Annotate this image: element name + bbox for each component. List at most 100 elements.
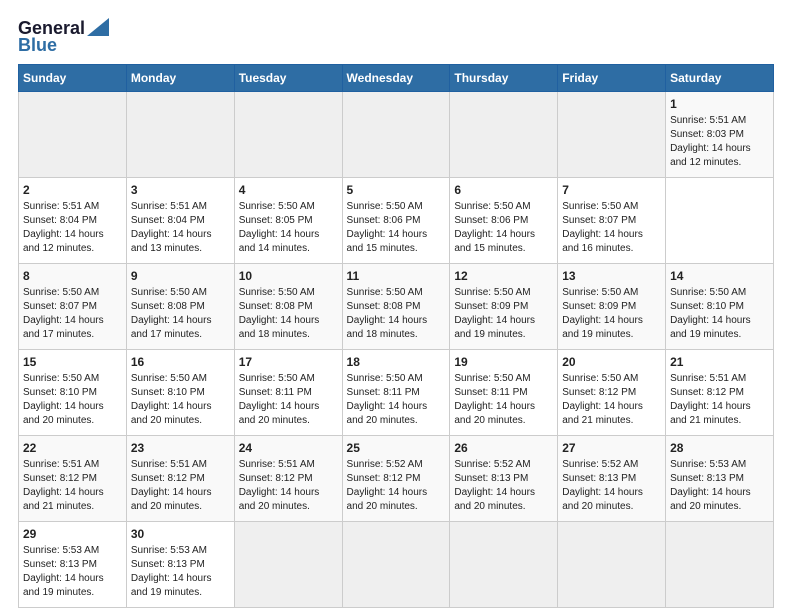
calendar-week-row: 29 Sunrise: 5:53 AM Sunset: 8:13 PM Dayl… <box>19 522 774 608</box>
sunset-text: Sunset: 8:10 PM <box>23 387 97 398</box>
calendar-day-cell: 28 Sunrise: 5:53 AM Sunset: 8:13 PM Dayl… <box>666 436 774 522</box>
calendar-day-cell <box>342 522 450 608</box>
daylight-label: Daylight: 14 hours and 20 minutes. <box>239 401 320 426</box>
sunset-text: Sunset: 8:12 PM <box>562 387 636 398</box>
calendar-week-row: 2 Sunrise: 5:51 AM Sunset: 8:04 PM Dayli… <box>19 178 774 264</box>
page: General Blue SundayMondayTuesdayWednesda… <box>0 0 792 612</box>
sunrise-text: Sunrise: 5:50 AM <box>562 373 638 384</box>
calendar-day-cell: 8 Sunrise: 5:50 AM Sunset: 8:07 PM Dayli… <box>19 264 127 350</box>
logo: General Blue <box>18 18 109 54</box>
sunrise-text: Sunrise: 5:50 AM <box>347 287 423 298</box>
daylight-label: Daylight: 14 hours and 19 minutes. <box>23 573 104 598</box>
header: General Blue <box>18 18 774 54</box>
sunset-text: Sunset: 8:12 PM <box>670 387 744 398</box>
sunrise-text: Sunrise: 5:53 AM <box>131 545 207 556</box>
sunset-text: Sunset: 8:08 PM <box>131 301 205 312</box>
calendar-day-cell <box>450 92 558 178</box>
daylight-label: Daylight: 14 hours and 14 minutes. <box>239 229 320 254</box>
daylight-label: Daylight: 14 hours and 20 minutes. <box>131 401 212 426</box>
sunrise-text: Sunrise: 5:50 AM <box>239 287 315 298</box>
weekday-header-monday: Monday <box>126 65 234 92</box>
sunset-text: Sunset: 8:09 PM <box>562 301 636 312</box>
sunrise-text: Sunrise: 5:50 AM <box>131 373 207 384</box>
calendar-day-cell: 29 Sunrise: 5:53 AM Sunset: 8:13 PM Dayl… <box>19 522 127 608</box>
calendar-day-cell: 2 Sunrise: 5:51 AM Sunset: 8:04 PM Dayli… <box>19 178 127 264</box>
daylight-label: Daylight: 14 hours and 21 minutes. <box>562 401 643 426</box>
sunrise-text: Sunrise: 5:50 AM <box>347 201 423 212</box>
day-number: 1 <box>670 96 769 113</box>
sunset-text: Sunset: 8:04 PM <box>131 215 205 226</box>
daylight-label: Daylight: 14 hours and 18 minutes. <box>239 315 320 340</box>
daylight-label: Daylight: 14 hours and 21 minutes. <box>670 401 751 426</box>
calendar-day-cell: 30 Sunrise: 5:53 AM Sunset: 8:13 PM Dayl… <box>126 522 234 608</box>
day-number: 9 <box>131 268 230 285</box>
calendar-day-cell: 17 Sunrise: 5:50 AM Sunset: 8:11 PM Dayl… <box>234 350 342 436</box>
daylight-label: Daylight: 14 hours and 19 minutes. <box>131 573 212 598</box>
sunrise-text: Sunrise: 5:50 AM <box>23 373 99 384</box>
day-number: 25 <box>347 440 446 457</box>
calendar-table: SundayMondayTuesdayWednesdayThursdayFrid… <box>18 64 774 608</box>
calendar-day-cell: 23 Sunrise: 5:51 AM Sunset: 8:12 PM Dayl… <box>126 436 234 522</box>
weekday-header-row: SundayMondayTuesdayWednesdayThursdayFrid… <box>19 65 774 92</box>
sunset-text: Sunset: 8:13 PM <box>454 473 528 484</box>
day-number: 26 <box>454 440 553 457</box>
calendar-day-cell <box>558 522 666 608</box>
sunrise-text: Sunrise: 5:50 AM <box>239 373 315 384</box>
calendar-day-cell: 4 Sunrise: 5:50 AM Sunset: 8:05 PM Dayli… <box>234 178 342 264</box>
sunset-text: Sunset: 8:12 PM <box>131 473 205 484</box>
sunrise-text: Sunrise: 5:50 AM <box>454 201 530 212</box>
sunset-text: Sunset: 8:08 PM <box>239 301 313 312</box>
sunset-text: Sunset: 8:11 PM <box>347 387 420 398</box>
sunrise-text: Sunrise: 5:52 AM <box>562 459 638 470</box>
day-number: 10 <box>239 268 338 285</box>
sunrise-text: Sunrise: 5:52 AM <box>454 459 530 470</box>
sunset-text: Sunset: 8:08 PM <box>347 301 421 312</box>
day-number: 6 <box>454 182 553 199</box>
calendar-day-cell: 18 Sunrise: 5:50 AM Sunset: 8:11 PM Dayl… <box>342 350 450 436</box>
calendar-day-cell <box>234 522 342 608</box>
sunset-text: Sunset: 8:10 PM <box>670 301 744 312</box>
sunset-text: Sunset: 8:05 PM <box>239 215 313 226</box>
calendar-day-cell: 20 Sunrise: 5:50 AM Sunset: 8:12 PM Dayl… <box>558 350 666 436</box>
daylight-label: Daylight: 14 hours and 15 minutes. <box>454 229 535 254</box>
day-number: 4 <box>239 182 338 199</box>
day-number: 2 <box>23 182 122 199</box>
weekday-header-tuesday: Tuesday <box>234 65 342 92</box>
sunrise-text: Sunrise: 5:50 AM <box>454 373 530 384</box>
daylight-label: Daylight: 14 hours and 20 minutes. <box>454 401 535 426</box>
day-number: 8 <box>23 268 122 285</box>
calendar-day-cell: 25 Sunrise: 5:52 AM Sunset: 8:12 PM Dayl… <box>342 436 450 522</box>
calendar-day-cell <box>126 92 234 178</box>
sunset-text: Sunset: 8:12 PM <box>239 473 313 484</box>
logo-icon <box>87 18 109 36</box>
sunset-text: Sunset: 8:13 PM <box>131 559 205 570</box>
logo-text-blue: Blue <box>18 36 57 54</box>
calendar-day-cell <box>234 92 342 178</box>
calendar-day-cell <box>19 92 127 178</box>
sunrise-text: Sunrise: 5:50 AM <box>239 201 315 212</box>
daylight-label: Daylight: 14 hours and 15 minutes. <box>347 229 428 254</box>
day-number: 15 <box>23 354 122 371</box>
daylight-label: Daylight: 14 hours and 20 minutes. <box>562 487 643 512</box>
day-number: 19 <box>454 354 553 371</box>
sunrise-text: Sunrise: 5:51 AM <box>670 373 746 384</box>
daylight-label: Daylight: 14 hours and 19 minutes. <box>454 315 535 340</box>
sunset-text: Sunset: 8:11 PM <box>239 387 312 398</box>
sunset-text: Sunset: 8:13 PM <box>23 559 97 570</box>
daylight-label: Daylight: 14 hours and 12 minutes. <box>23 229 104 254</box>
daylight-label: Daylight: 14 hours and 13 minutes. <box>131 229 212 254</box>
sunrise-text: Sunrise: 5:50 AM <box>562 201 638 212</box>
daylight-label: Daylight: 14 hours and 20 minutes. <box>239 487 320 512</box>
sunrise-text: Sunrise: 5:50 AM <box>562 287 638 298</box>
sunrise-text: Sunrise: 5:51 AM <box>239 459 315 470</box>
sunset-text: Sunset: 8:06 PM <box>347 215 421 226</box>
day-number: 22 <box>23 440 122 457</box>
daylight-label: Daylight: 14 hours and 20 minutes. <box>131 487 212 512</box>
weekday-header-sunday: Sunday <box>19 65 127 92</box>
day-number: 3 <box>131 182 230 199</box>
weekday-header-saturday: Saturday <box>666 65 774 92</box>
day-number: 17 <box>239 354 338 371</box>
daylight-label: Daylight: 14 hours and 18 minutes. <box>347 315 428 340</box>
sunset-text: Sunset: 8:10 PM <box>131 387 205 398</box>
sunrise-text: Sunrise: 5:50 AM <box>23 287 99 298</box>
